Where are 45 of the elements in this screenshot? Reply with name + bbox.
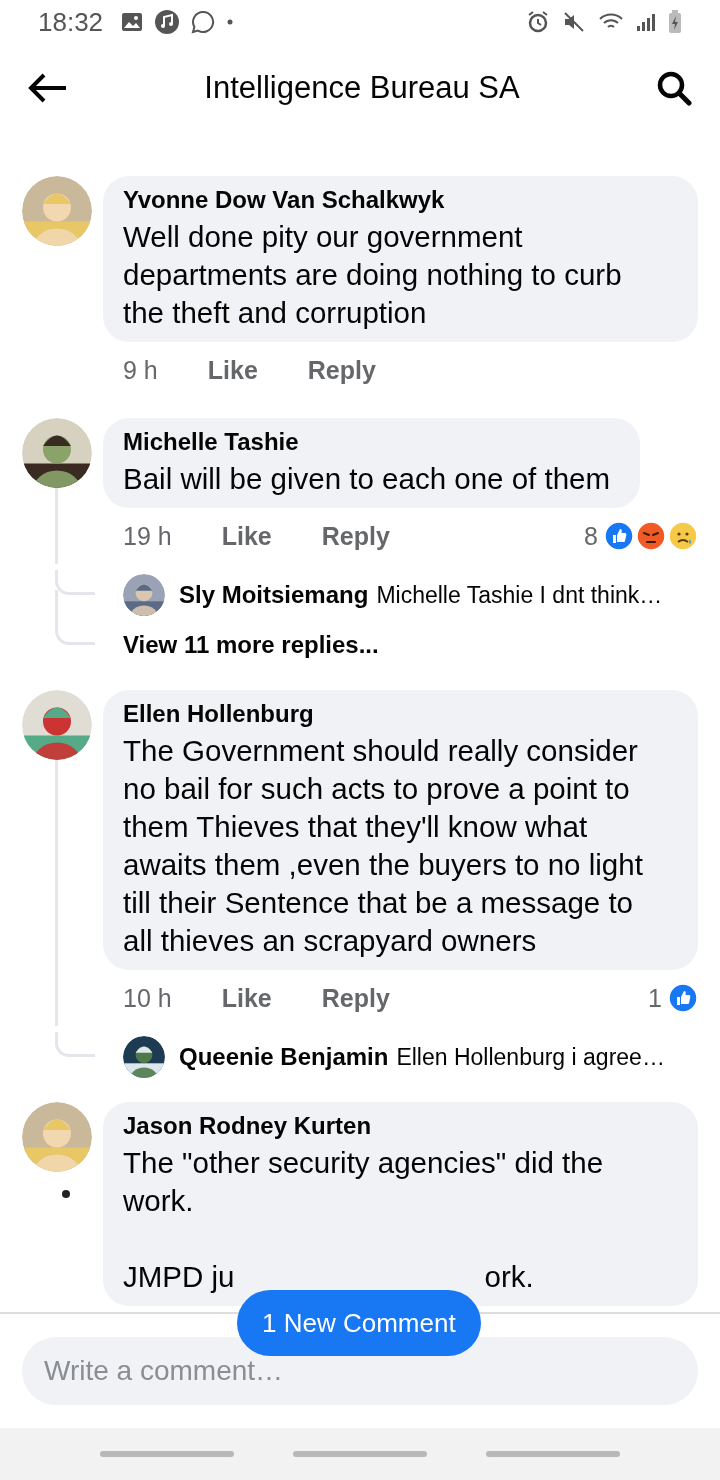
- alarm-icon: [526, 10, 550, 34]
- back-arrow-icon[interactable]: [28, 72, 68, 104]
- angry-face-icon: [636, 521, 666, 551]
- battery-icon: [668, 10, 682, 34]
- comment-text: JMPD ju: [123, 1259, 235, 1295]
- like-link[interactable]: Like: [207, 355, 258, 385]
- reply-link[interactable]: Reply: [321, 983, 390, 1013]
- comment-time: 19 h: [123, 521, 172, 551]
- image-icon: [121, 12, 144, 32]
- reply-link[interactable]: Reply: [321, 521, 390, 551]
- reply-text: Michelle Tashie I dnt think…: [376, 581, 663, 609]
- mute-icon: [562, 10, 586, 34]
- thumbs-up-icon: [604, 521, 634, 551]
- thumbs-up-icon: [668, 983, 698, 1013]
- comment-author[interactable]: Ellen Hollenburg: [123, 700, 668, 728]
- comment-text: ork.: [484, 1259, 534, 1295]
- comment-input-field[interactable]: Write a comment…: [22, 1337, 698, 1405]
- comment-time: 10 h: [123, 983, 172, 1013]
- comment-author[interactable]: Yvonne Dow Van Schalkwyk: [123, 186, 668, 214]
- reply-text: Ellen Hollenburg i agree…: [396, 1043, 665, 1071]
- status-time: 18:32: [38, 6, 104, 38]
- thread-line: [55, 1032, 95, 1057]
- page-title: Intelligence Bureau SA: [204, 70, 520, 106]
- chat-bubble-icon: [191, 10, 216, 34]
- music-icon: [155, 10, 180, 34]
- dot-icon: [62, 1190, 70, 1198]
- reaction-count: 8: [584, 521, 598, 551]
- comment-author[interactable]: Jason Rodney Kurten: [123, 1112, 668, 1140]
- dot-icon: [227, 19, 234, 25]
- reply-author[interactable]: Queenie Benjamin: [179, 1043, 389, 1071]
- signal-icon: [636, 12, 656, 32]
- reply-link[interactable]: Reply: [307, 355, 376, 385]
- comment-time: 9 h: [123, 355, 158, 385]
- reply-author[interactable]: Sly Moitsiemang: [179, 581, 369, 609]
- comment-text: Well done pity our government departments are doing nothing to curb the theft and corruption: [123, 219, 623, 331]
- search-icon[interactable]: [656, 70, 692, 106]
- like-link[interactable]: Like: [221, 521, 272, 551]
- comment-text: Bail will be given to each one of them: [123, 461, 611, 497]
- like-link[interactable]: Like: [221, 983, 272, 1013]
- sad-face-icon: [668, 521, 698, 551]
- comment-text: The Government should really consider no bail for such acts to prove a point to them Thieves that they'll know what awaits them ,even the buyers to no light till their Sentence that be a message to all thieves an scrapyard owners: [123, 733, 644, 959]
- reaction-count: 1: [648, 983, 662, 1013]
- comment-author[interactable]: Michelle Tashie: [123, 428, 611, 456]
- comment-text: The "other security agencies" did the work.: [123, 1145, 605, 1219]
- view-more-replies-link[interactable]: View 11 more replies...: [123, 631, 379, 659]
